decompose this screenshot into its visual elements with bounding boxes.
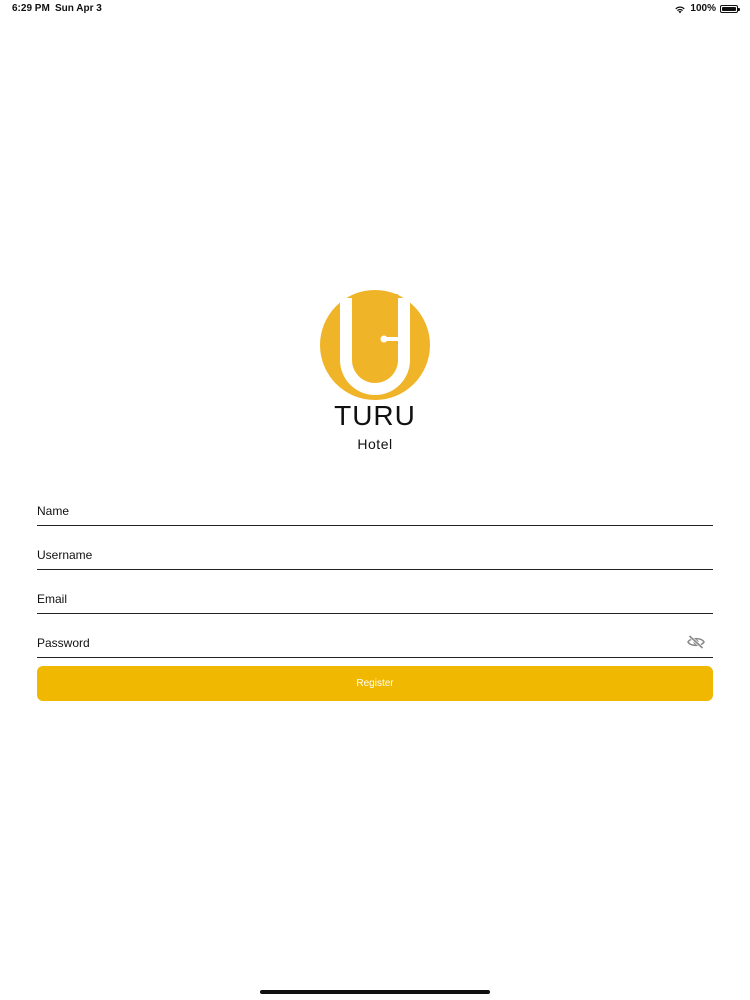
password-field[interactable] [37, 618, 713, 658]
home-indicator[interactable] [260, 990, 490, 994]
status-bar: 6:29 PM Sun Apr 3 100% [0, 0, 750, 18]
brand-subtitle: Hotel [357, 436, 393, 452]
battery-icon [720, 4, 740, 13]
turu-logo-icon [320, 290, 430, 400]
email-field[interactable] [37, 574, 713, 614]
status-date: Sun Apr 3 [55, 3, 102, 14]
username-input[interactable] [37, 548, 677, 562]
email-input[interactable] [37, 592, 677, 606]
status-time: 6:29 PM [12, 3, 50, 14]
battery-percent: 100% [690, 3, 716, 14]
status-indicators: 100% [674, 3, 740, 14]
name-input[interactable] [37, 504, 677, 518]
name-field[interactable] [37, 486, 713, 526]
brand-name: TURU [334, 400, 416, 431]
username-field[interactable] [37, 530, 713, 570]
password-input[interactable] [37, 636, 677, 650]
eye-off-icon[interactable] [687, 635, 705, 649]
wifi-icon [675, 6, 686, 13]
register-screen: 6:29 PM Sun Apr 3 100% TURU Hotel Name U… [0, 0, 750, 1000]
register-button[interactable]: Register [37, 666, 713, 701]
